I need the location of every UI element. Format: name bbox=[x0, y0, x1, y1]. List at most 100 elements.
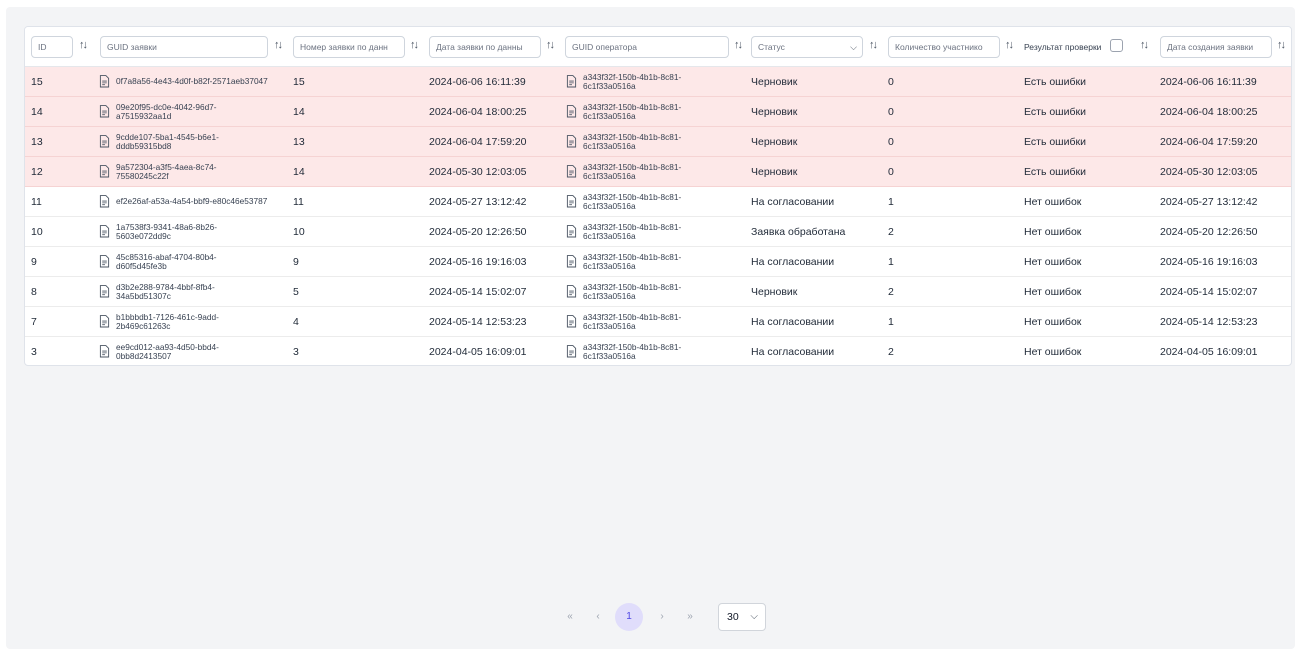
chevron-down-icon: ⌵ bbox=[750, 611, 758, 622]
cell-guid: 9cdde107-5ba1-4545-b6e1- dddb59315bd8 bbox=[116, 132, 219, 151]
cell-status: На согласовании bbox=[751, 316, 835, 328]
cell-created: 2024-06-04 17:59:20 bbox=[1160, 136, 1258, 148]
sort-status-icon[interactable]: ↑↓ bbox=[869, 39, 878, 51]
document-icon[interactable] bbox=[566, 135, 577, 148]
cell-participants: 0 bbox=[888, 76, 894, 88]
cell-check-result: Есть ошибки bbox=[1024, 166, 1086, 178]
sort-guid-icon[interactable]: ↑↓ bbox=[274, 39, 283, 51]
document-icon[interactable] bbox=[566, 315, 577, 328]
cell-status: Черновик bbox=[751, 76, 798, 88]
filter-status-select[interactable]: Статус ⌵ bbox=[751, 36, 863, 58]
document-icon[interactable] bbox=[566, 75, 577, 88]
cell-date: 2024-06-04 17:59:20 bbox=[429, 136, 527, 148]
cell-participants: 1 bbox=[888, 316, 894, 328]
table-row[interactable]: 7 b1bbbdb1-7126-461c-9add- 2b469c61263c 4 20… bbox=[25, 307, 1291, 337]
cell-created: 2024-04-05 16:09:01 bbox=[1160, 346, 1258, 358]
document-icon[interactable] bbox=[566, 225, 577, 238]
filter-id-input[interactable]: ID bbox=[31, 36, 73, 58]
document-icon[interactable] bbox=[566, 195, 577, 208]
prev-page-button[interactable]: ‹ bbox=[586, 605, 610, 629]
cell-id: 7 bbox=[31, 316, 37, 328]
cell-operator: a343f32f-150b-4b1b-8c81- 6c1f33a0516a bbox=[583, 222, 682, 241]
cell-participants: 1 bbox=[888, 196, 894, 208]
table-row[interactable]: 11 ef2e26af-a53a-4a54-bbf9-e80c46e53787 11… bbox=[25, 187, 1291, 217]
cell-created: 2024-05-20 12:26:50 bbox=[1160, 226, 1258, 238]
document-icon[interactable] bbox=[99, 195, 110, 208]
document-icon[interactable] bbox=[99, 345, 110, 358]
cell-created: 2024-06-06 16:11:39 bbox=[1160, 76, 1257, 88]
document-icon[interactable] bbox=[99, 75, 110, 88]
document-icon[interactable] bbox=[99, 165, 110, 178]
cell-operator: a343f32f-150b-4b1b-8c81- 6c1f33a0516a bbox=[583, 162, 682, 181]
filter-id-placeholder: ID bbox=[38, 42, 47, 52]
cell-operator: a343f32f-150b-4b1b-8c81- 6c1f33a0516a bbox=[583, 192, 682, 211]
cell-check-result: Нет ошибок bbox=[1024, 346, 1082, 358]
sort-id-icon[interactable]: ↑↓ bbox=[79, 39, 88, 51]
cell-participants: 0 bbox=[888, 136, 894, 148]
cell-operator: a343f32f-150b-4b1b-8c81- 6c1f33a0516a bbox=[583, 342, 682, 361]
table-row[interactable]: 13 9cdde107-5ba1-4545-b6e1- dddb59315bd8 13… bbox=[25, 127, 1291, 157]
check-result-label: Результат проверки bbox=[1024, 42, 1102, 52]
cell-participants: 2 bbox=[888, 226, 894, 238]
filter-operator-placeholder: GUID оператора bbox=[572, 42, 637, 52]
first-page-button[interactable]: « bbox=[558, 605, 582, 629]
table-row[interactable]: 15 0f7a8a56-4e43-4d0f-b82f-2571aeb37047 15… bbox=[25, 67, 1291, 97]
document-icon[interactable] bbox=[566, 345, 577, 358]
cell-id: 10 bbox=[31, 226, 43, 238]
check-result-checkbox[interactable] bbox=[1110, 39, 1123, 52]
filter-participants-input[interactable]: Количество участнико bbox=[888, 36, 1000, 58]
cell-check-result: Нет ошибок bbox=[1024, 256, 1082, 268]
cell-operator: a343f32f-150b-4b1b-8c81- 6c1f33a0516a bbox=[583, 312, 682, 331]
document-icon[interactable] bbox=[99, 315, 110, 328]
table-row[interactable]: 12 9a572304-a3f5-4aea-8c74- 75580245c22f 14… bbox=[25, 157, 1291, 187]
document-icon[interactable] bbox=[99, 225, 110, 238]
table-row[interactable]: 3 ee9cd012-aa93-4d50-bbd4- 0bb8d2413507 3 20… bbox=[25, 337, 1291, 365]
table-row[interactable]: 10 1a7538f3-9341-48a6-8b26- 5603e072dd9c 10… bbox=[25, 217, 1291, 247]
last-page-button[interactable]: » bbox=[678, 605, 702, 629]
cell-created: 2024-05-14 15:02:07 bbox=[1160, 286, 1258, 298]
next-page-button[interactable]: › bbox=[650, 605, 674, 629]
cell-guid: ef2e26af-a53a-4a54-bbf9-e80c46e53787 bbox=[116, 196, 268, 206]
cell-date: 2024-05-14 12:53:23 bbox=[429, 316, 527, 328]
sort-operator-icon[interactable]: ↑↓ bbox=[734, 39, 743, 51]
cell-date: 2024-06-04 18:00:25 bbox=[429, 106, 527, 118]
cell-status: Заявка обработана bbox=[751, 226, 846, 238]
document-icon[interactable] bbox=[566, 285, 577, 298]
table-row[interactable]: 14 09e20f95-dc0e-4042-96d7- a7515932aa1d 14… bbox=[25, 97, 1291, 127]
document-icon[interactable] bbox=[99, 285, 110, 298]
sort-check-icon[interactable]: ↑↓ bbox=[1140, 39, 1149, 51]
chevron-down-icon: ⌵ bbox=[850, 42, 857, 52]
document-icon[interactable] bbox=[566, 255, 577, 268]
current-page-button[interactable]: 1 bbox=[615, 603, 643, 631]
cell-check-result: Нет ошибок bbox=[1024, 286, 1082, 298]
filter-guid-input[interactable]: GUID заявки bbox=[100, 36, 268, 58]
cell-status: На согласовании bbox=[751, 346, 835, 358]
cell-guid: d3b2e288-9784-4bbf-8fb4- 34a5bd51307c bbox=[116, 282, 215, 301]
sort-created-icon[interactable]: ↑↓ bbox=[1277, 39, 1286, 51]
cell-guid: 0f7a8a56-4e43-4d0f-b82f-2571aeb37047 bbox=[116, 76, 268, 86]
cell-id: 12 bbox=[31, 166, 43, 178]
document-icon[interactable] bbox=[566, 105, 577, 118]
cell-participants: 1 bbox=[888, 256, 894, 268]
cell-number: 4 bbox=[293, 316, 299, 328]
cell-operator: a343f32f-150b-4b1b-8c81- 6c1f33a0516a bbox=[583, 72, 682, 91]
table-row[interactable]: 9 45c85316-abaf-4704-80b4- d60f5d45fe3b 9 20… bbox=[25, 247, 1291, 277]
cell-created: 2024-05-27 13:12:42 bbox=[1160, 196, 1258, 208]
cell-status: Черновик bbox=[751, 106, 798, 118]
filter-number-input[interactable]: Номер заявки по данн bbox=[293, 36, 405, 58]
sort-participants-icon[interactable]: ↑↓ bbox=[1005, 39, 1014, 51]
filter-date-input[interactable]: Дата заявки по данны bbox=[429, 36, 541, 58]
page-size-select[interactable]: 30 ⌵ bbox=[718, 603, 766, 631]
cell-number: 10 bbox=[293, 226, 305, 238]
cell-status: На согласовании bbox=[751, 256, 835, 268]
document-icon[interactable] bbox=[566, 165, 577, 178]
sort-number-icon[interactable]: ↑↓ bbox=[410, 39, 419, 51]
document-icon[interactable] bbox=[99, 255, 110, 268]
cell-created: 2024-05-16 19:16:03 bbox=[1160, 256, 1258, 268]
document-icon[interactable] bbox=[99, 105, 110, 118]
filter-operator-input[interactable]: GUID оператора bbox=[565, 36, 729, 58]
filter-created-input[interactable]: Дата создания заявки bbox=[1160, 36, 1272, 58]
document-icon[interactable] bbox=[99, 135, 110, 148]
sort-date-icon[interactable]: ↑↓ bbox=[546, 39, 555, 51]
table-row[interactable]: 8 d3b2e288-9784-4bbf-8fb4- 34a5bd51307c 5 20… bbox=[25, 277, 1291, 307]
